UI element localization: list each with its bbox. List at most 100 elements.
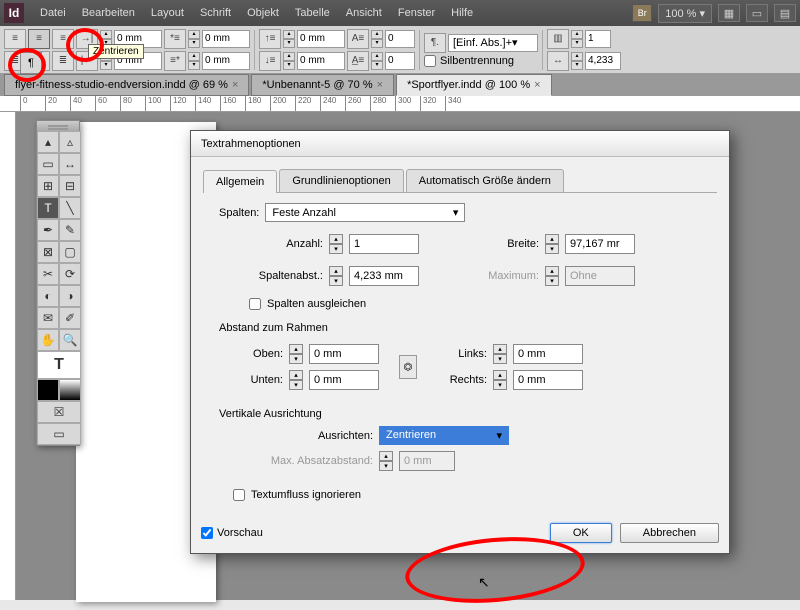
content-placer-icon[interactable]: ⊟ (59, 175, 81, 197)
ausrichten-select[interactable]: Zentrieren▾ (379, 426, 509, 445)
oben-input[interactable] (309, 344, 379, 364)
valign-section-label: Vertikale Ausrichtung (219, 408, 717, 420)
tab-0[interactable]: flyer-fitness-studio-endversion.indd @ 6… (4, 74, 249, 96)
scissors-tool-icon[interactable]: ✂ (37, 263, 59, 285)
lastline-input[interactable] (202, 52, 250, 70)
close-icon[interactable]: × (377, 79, 383, 91)
oben-label: Oben: (233, 348, 283, 360)
type-tool-icon[interactable]: T (37, 197, 59, 219)
document-tabs: flyer-fitness-studio-endversion.indd @ 6… (0, 74, 800, 96)
zoom-level[interactable]: 100 % ▾ (658, 4, 712, 23)
unten-input[interactable] (309, 370, 379, 390)
space-before-input[interactable] (297, 30, 345, 48)
menu-bearbeiten[interactable]: Bearbeiten (74, 7, 143, 19)
tab-1[interactable]: *Unbenannt-5 @ 70 %× (251, 74, 394, 96)
spalten-select[interactable]: Feste Anzahl▾ (265, 203, 465, 222)
maxabs-label: Max. Absatzabstand: (233, 455, 373, 467)
rechts-input[interactable] (513, 370, 583, 390)
view-options-icon[interactable]: ▦ (718, 4, 740, 22)
dialog-title: Textrahmenoptionen (191, 131, 729, 157)
justify-right-icon[interactable]: ≣ (52, 51, 74, 71)
rectangle-frame-icon[interactable]: ⊠ (37, 241, 59, 263)
pen-tool-icon[interactable]: ✒ (37, 219, 59, 241)
menu-objekt[interactable]: Objekt (239, 7, 287, 19)
direct-selection-tool-icon[interactable]: ▵ (59, 131, 81, 153)
panel-grip[interactable] (37, 121, 79, 131)
links-input[interactable] (513, 344, 583, 364)
gutter-input[interactable] (585, 52, 621, 70)
menu-schrift[interactable]: Schrift (192, 7, 239, 19)
tab-2[interactable]: *Sportflyer.indd @ 100 %× (396, 74, 552, 96)
menu-datei[interactable]: Datei (32, 7, 74, 19)
ausrichten-label: Ausrichten: (233, 430, 373, 442)
fill-stroke-icon[interactable]: T (37, 351, 81, 379)
balance-checkbox[interactable] (249, 298, 261, 310)
paragraph-style-select[interactable]: [Einf. Abs.]+▾ (448, 34, 538, 52)
dropcap-chars-input[interactable] (385, 52, 415, 70)
columns-input[interactable] (585, 30, 611, 48)
gutter-icon: ↔ (547, 51, 569, 71)
paragraph-formatting-icon[interactable]: ¶ (20, 52, 42, 74)
close-icon[interactable]: × (534, 79, 540, 91)
preview-checkbox[interactable] (201, 527, 213, 539)
gradient-feather-icon[interactable]: ◑ (59, 285, 81, 307)
ok-button[interactable]: OK (550, 523, 612, 543)
firstline-indent-icon: *≡ (164, 29, 186, 49)
page-tool-icon[interactable]: ▭ (37, 153, 59, 175)
space-after-input[interactable] (297, 52, 345, 70)
content-collector-icon[interactable]: ⊞ (37, 175, 59, 197)
para-style-icon: ¶. (424, 33, 446, 53)
textwrap-checkbox[interactable] (233, 489, 245, 501)
spin-up[interactable]: ▴ (100, 30, 112, 39)
hyphenation-checkbox[interactable] (424, 55, 436, 67)
menu-fenster[interactable]: Fenster (390, 7, 443, 19)
eyedropper-tool-icon[interactable]: ✐ (59, 307, 81, 329)
apply-gradient-icon[interactable] (59, 379, 81, 401)
arrange-icon[interactable]: ▤ (774, 4, 796, 22)
cursor-icon: ↖ (478, 574, 490, 591)
tab-grundlinien[interactable]: Grundlinienoptionen (279, 169, 403, 192)
gradient-swatch-icon[interactable]: ◐ (37, 285, 59, 307)
dropcap-chars-icon: A̲≡ (347, 51, 369, 71)
rectangle-tool-icon[interactable]: ▢ (59, 241, 81, 263)
tab-allgemein[interactable]: Allgemein (203, 170, 277, 193)
firstline-input[interactable] (202, 30, 250, 48)
bridge-icon[interactable]: Br (632, 4, 652, 22)
align-center-icon[interactable]: ≡ (28, 29, 50, 49)
link-values-icon[interactable]: ⏣ (399, 355, 417, 379)
menu-tabelle[interactable]: Tabelle (287, 7, 338, 19)
screen-mode-icon[interactable]: ▭ (746, 4, 768, 22)
maxabs-input (399, 451, 455, 471)
menu-ansicht[interactable]: Ansicht (338, 7, 390, 19)
hand-tool-icon[interactable]: ✋ (37, 329, 59, 351)
tab-autosize[interactable]: Automatisch Größe ändern (406, 169, 564, 192)
maximum-label: Maximum: (479, 270, 539, 282)
cancel-button[interactable]: Abbrechen (620, 523, 719, 543)
zoom-tool-icon[interactable]: 🔍 (59, 329, 81, 351)
align-right-icon[interactable]: ≡ (52, 29, 74, 49)
spaltenabst-input[interactable] (349, 266, 419, 286)
anzahl-input[interactable] (349, 234, 419, 254)
anzahl-label: Anzahl: (233, 238, 323, 250)
tooltip: Zentrieren (88, 44, 144, 59)
align-left-icon[interactable]: ≡ (4, 29, 26, 49)
menu-hilfe[interactable]: Hilfe (443, 7, 481, 19)
menu-layout[interactable]: Layout (143, 7, 192, 19)
textwrap-label: Textumfluss ignorieren (251, 489, 361, 501)
text-frame-options-dialog: Textrahmenoptionen Allgemein Grundlinien… (190, 130, 730, 554)
breite-input[interactable] (565, 234, 635, 254)
app-logo: Id (4, 3, 24, 23)
close-icon[interactable]: × (232, 79, 238, 91)
note-tool-icon[interactable]: ✉ (37, 307, 59, 329)
apply-none-icon[interactable]: ☒ (37, 401, 81, 423)
gap-tool-icon[interactable]: ↔ (59, 153, 81, 175)
free-transform-icon[interactable]: ⟳ (59, 263, 81, 285)
pencil-tool-icon[interactable]: ✎ (59, 219, 81, 241)
selection-tool-icon[interactable]: ▴ (37, 131, 59, 153)
links-label: Links: (437, 348, 487, 360)
line-tool-icon[interactable]: ╲ (59, 197, 81, 219)
apply-color-icon[interactable] (37, 379, 59, 401)
dropcap-lines-input[interactable] (385, 30, 415, 48)
view-mode-icon[interactable]: ▭ (37, 423, 81, 445)
space-before-icon: ↑≡ (259, 29, 281, 49)
